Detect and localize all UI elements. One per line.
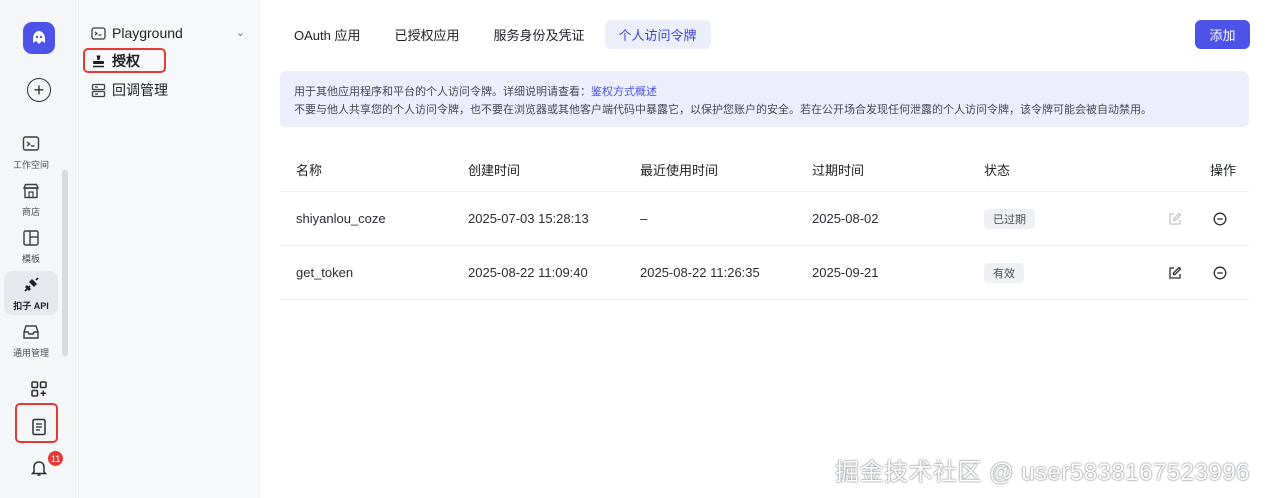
remove-token-button[interactable] — [1213, 246, 1227, 299]
token-name: shiyanlou_coze — [296, 211, 386, 226]
token-created: 2025-07-03 15:28:13 — [468, 211, 589, 226]
bell-icon — [30, 461, 48, 476]
add-token-button[interactable]: 添加 — [1195, 20, 1250, 49]
token-table: 名称 创建时间 最近使用时间 过期时间 状态 操作 shiyanlou_coze… — [280, 148, 1249, 300]
token-status: 有效 — [984, 246, 1024, 299]
rail-item-general-management[interactable]: 通用管理 — [4, 318, 58, 362]
store-icon — [21, 181, 41, 201]
token-status: 已过期 — [984, 192, 1035, 245]
rail-item-label: 模板 — [21, 254, 40, 264]
create-plus-button[interactable]: + — [27, 78, 51, 102]
rail-item-label: 扣子 API — [13, 301, 49, 311]
status-badge: 已过期 — [984, 208, 1035, 229]
token-last-used: 2025-08-22 11:26:35 — [640, 265, 760, 280]
rail-item-label: 商店 — [21, 207, 40, 217]
template-icon — [21, 228, 41, 248]
tab-authorized-apps[interactable]: 已授权应用 — [380, 20, 473, 49]
notice-line-1: 用于其他应用程序和平台的个人访问令牌。详细说明请查看：鉴权方式概述 — [294, 86, 657, 98]
table-row: get_token 2025-08-22 11:09:40 2025-08-22… — [280, 246, 1249, 300]
col-header-status: 状态 — [984, 163, 1011, 178]
token-name: get_token — [296, 265, 354, 280]
info-notice: 用于其他应用程序和平台的个人访问令牌。详细说明请查看：鉴权方式概述 不要与他人共… — [280, 71, 1249, 127]
rail-scrollbar[interactable] — [62, 170, 68, 356]
edit-icon — [1169, 266, 1182, 279]
notification-count-badge: 11 — [48, 451, 64, 466]
chevron-down-icon[interactable]: ⌄ — [236, 26, 245, 39]
edit-icon — [1169, 212, 1182, 225]
auth-overview-link[interactable]: 鉴权方式概述 — [591, 86, 657, 98]
secondary-nav: Playground ⌄ 授权 回调管理 — [78, 0, 259, 498]
table-row: shiyanlou_coze 2025-07-03 15:28:13 – 202… — [280, 192, 1249, 246]
apps-grid-button[interactable] — [26, 376, 52, 402]
minus-circle-icon — [1213, 266, 1227, 279]
token-last-used: – — [640, 211, 648, 226]
col-header-created: 创建时间 — [468, 163, 521, 178]
tab-personal-access-tokens[interactable]: 个人访问令牌 — [604, 20, 711, 49]
tab-service-identity[interactable]: 服务身份及凭证 — [479, 20, 598, 49]
coze-logo-icon — [33, 31, 45, 44]
rail-item-workspace[interactable]: 工作空间 — [4, 130, 58, 174]
status-badge: 有效 — [984, 262, 1024, 283]
highlight-box-docs — [15, 403, 58, 443]
remove-token-button[interactable] — [1213, 192, 1227, 245]
plus-icon: + — [33, 80, 45, 100]
rail-item-label: 通用管理 — [12, 348, 49, 358]
subnav-header-label: Playground — [112, 25, 183, 41]
subnav-item-callback-management[interactable]: 回调管理 — [91, 78, 251, 102]
rail-item-templates[interactable]: 模板 — [4, 224, 58, 268]
rail-item-store[interactable]: 商店 — [4, 177, 58, 221]
terminal-icon — [21, 134, 41, 154]
table-header-row: 名称 创建时间 最近使用时间 过期时间 状态 操作 — [280, 148, 1249, 192]
token-expires: 2025-08-02 — [812, 211, 879, 226]
token-expires: 2025-09-21 — [812, 265, 879, 280]
token-created: 2025-08-22 11:09:40 — [468, 265, 588, 280]
callback-icon — [91, 83, 106, 97]
edit-token-button — [1168, 192, 1182, 245]
col-header-actions: 操作 — [1210, 163, 1237, 178]
playground-icon — [91, 26, 106, 40]
inbox-icon — [21, 322, 41, 342]
tab-oauth-apps[interactable]: OAuth 应用 — [280, 20, 374, 49]
highlight-box-authorization — [83, 48, 166, 73]
left-rail: + 工作空间 商店 模板 扣子 API 通用管理 11 — [0, 0, 78, 498]
col-header-expires: 过期时间 — [812, 163, 865, 178]
watermark-text: 掘金技术社区 @ user5838167523996 — [835, 459, 1250, 486]
tab-bar: OAuth 应用 已授权应用 服务身份及凭证 个人访问令牌 — [280, 20, 711, 49]
subnav-playground[interactable]: Playground ⌄ — [91, 22, 251, 44]
edit-token-button[interactable] — [1168, 246, 1182, 299]
rail-item-label: 工作空间 — [12, 160, 49, 170]
notice-line-2: 不要与他人共享您的个人访问令牌，也不要在浏览器或其他客户端代码中暴露它，以保护您… — [294, 104, 1152, 116]
col-header-last-used: 最近使用时间 — [640, 163, 719, 178]
rail-item-coze-api[interactable]: 扣子 API — [4, 271, 58, 315]
api-plug-icon — [21, 275, 41, 295]
minus-circle-icon — [1213, 212, 1227, 225]
subnav-item-label: 回调管理 — [112, 82, 168, 98]
app-logo[interactable] — [23, 22, 55, 54]
main-content: OAuth 应用 已授权应用 服务身份及凭证 个人访问令牌 添加 用于其他应用程… — [260, 0, 1270, 498]
col-header-name: 名称 — [296, 163, 323, 178]
grid-icon — [31, 381, 47, 397]
